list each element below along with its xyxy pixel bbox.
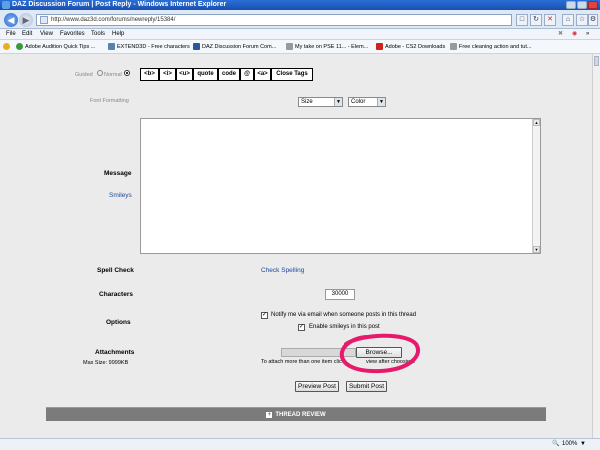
scroll-down-icon[interactable]: ▼: [533, 246, 540, 253]
chevron-down-icon: ▼: [334, 98, 342, 106]
page-content: Guided Normal <b> <i> <u> quote code @ <…: [0, 54, 592, 438]
stop-icon[interactable]: ✕: [544, 14, 556, 26]
page-icon: [108, 43, 115, 51]
zoom-level[interactable]: 100%: [562, 439, 577, 450]
window-titlebar: DAZ Discussion Forum | Post Reply - Wind…: [0, 0, 600, 10]
favorite-item[interactable]: Free cleaning action and tut...: [450, 40, 531, 54]
favorite-item[interactable]: Adobe Audition Quick Tips ...: [16, 40, 95, 54]
home-icon[interactable]: ⌂: [562, 14, 574, 26]
menu-favorites[interactable]: Favorites: [60, 29, 85, 40]
page-icon: [286, 43, 293, 51]
submit-post-button[interactable]: Submit Post: [346, 381, 387, 392]
underline-button[interactable]: <u>: [176, 68, 193, 81]
adobe-icon: [376, 43, 383, 51]
spell-check-label: Spell Check: [97, 267, 134, 274]
max-size-text: Max Size: 9999KB: [83, 360, 129, 366]
quote-button[interactable]: quote: [193, 68, 218, 81]
attach-hint-text: To attach more than one item clic: [261, 359, 342, 365]
thread-review-bar[interactable]: + THREAD REVIEW: [46, 407, 546, 421]
message-textarea[interactable]: ▲ ▼: [140, 118, 541, 254]
color-select[interactable]: Color ▼: [348, 97, 386, 107]
size-select[interactable]: Size ▼: [298, 97, 343, 107]
rss-icon[interactable]: ↻: [530, 14, 542, 26]
globe-icon: [16, 43, 23, 51]
favorites-bar: Adobe Audition Quick Tips ... EXTEND3D -…: [0, 40, 600, 54]
scrollbar-thumb[interactable]: [594, 56, 599, 66]
expand-icon[interactable]: »: [586, 29, 589, 40]
normal-label: Normal: [104, 72, 122, 78]
normal-radio[interactable]: [124, 70, 130, 76]
page-icon: [450, 43, 457, 51]
favorites-star-icon[interactable]: ☆: [576, 14, 588, 26]
menu-view[interactable]: View: [40, 29, 53, 40]
favorite-item[interactable]: Adobe - CS2 Downloads: [376, 40, 445, 54]
chevron-down-icon: ▼: [377, 98, 385, 106]
link-button[interactable]: <a>: [254, 68, 271, 81]
notify-checkbox[interactable]: ✓: [261, 312, 268, 319]
close-tags-button[interactable]: Close Tags: [271, 68, 313, 81]
font-formatting-label: Font Formatting: [90, 98, 129, 104]
preview-post-button[interactable]: Preview Post: [295, 381, 339, 392]
guided-radio[interactable]: [97, 70, 103, 76]
menu-help[interactable]: Help: [112, 29, 124, 40]
characters-field: 30000: [325, 289, 355, 300]
message-label: Message: [104, 170, 132, 177]
mention-button[interactable]: @: [240, 68, 254, 81]
tools-gear-icon[interactable]: ⚙: [588, 14, 598, 26]
address-url: http://www.daz3d.com/forums/newreply/153…: [51, 17, 176, 23]
expand-icon: +: [266, 412, 273, 418]
page-scrollbar[interactable]: [592, 54, 600, 438]
smileys-link[interactable]: Smileys: [109, 192, 132, 199]
menu-bar: File Edit View Favorites Tools Help ✖ ◉ …: [0, 29, 600, 40]
characters-label: Characters: [99, 291, 133, 298]
addon-icon[interactable]: ◉: [572, 29, 577, 40]
options-label: Options: [106, 319, 131, 326]
translate-icon[interactable]: ✖: [558, 29, 563, 40]
bold-button[interactable]: <b>: [140, 68, 159, 81]
favorite-item[interactable]: My take on PSE 11... - Elem...: [286, 40, 368, 54]
favorites-star-icon[interactable]: [3, 40, 12, 54]
smilies-checkbox[interactable]: ✓: [298, 324, 305, 331]
favorite-item[interactable]: DAZ Discussion Forum Com...: [193, 40, 276, 54]
annotation-circle: [339, 333, 420, 374]
status-bar: 🔍 100% ▼: [0, 438, 600, 450]
ie-icon: [2, 1, 10, 9]
textarea-scrollbar[interactable]: ▲ ▼: [532, 119, 540, 253]
zoom-icon[interactable]: 🔍: [552, 439, 559, 450]
scroll-up-icon[interactable]: ▲: [533, 119, 540, 126]
close-window-button[interactable]: [588, 1, 598, 9]
daz-icon: [193, 43, 200, 51]
minimize-button[interactable]: [566, 1, 576, 9]
back-button[interactable]: ◀: [4, 13, 18, 27]
forward-button[interactable]: ▶: [19, 13, 33, 27]
guided-label: Guided: [75, 72, 93, 78]
address-bar[interactable]: http://www.daz3d.com/forums/newreply/153…: [36, 14, 512, 26]
compat-view-icon[interactable]: □: [516, 14, 528, 26]
menu-tools[interactable]: Tools: [91, 29, 105, 40]
favorite-item[interactable]: EXTEND3D - Free characters: [108, 40, 190, 54]
page-icon: [40, 16, 48, 24]
menu-file[interactable]: File: [6, 29, 16, 40]
maximize-button[interactable]: [577, 1, 587, 9]
code-button[interactable]: code: [218, 68, 240, 81]
attachments-label: Attachments: [95, 349, 135, 356]
chevron-down-icon[interactable]: ▼: [580, 439, 586, 450]
notify-option-label: Notify me via email when someone posts i…: [271, 312, 417, 318]
menu-edit[interactable]: Edit: [22, 29, 32, 40]
italic-button[interactable]: <i>: [159, 68, 176, 81]
check-spelling-link[interactable]: Check Spelling: [261, 267, 304, 274]
window-title: DAZ Discussion Forum | Post Reply - Wind…: [12, 1, 227, 8]
address-row: ◀ ▶ http://www.daz3d.com/forums/newreply…: [0, 10, 600, 29]
